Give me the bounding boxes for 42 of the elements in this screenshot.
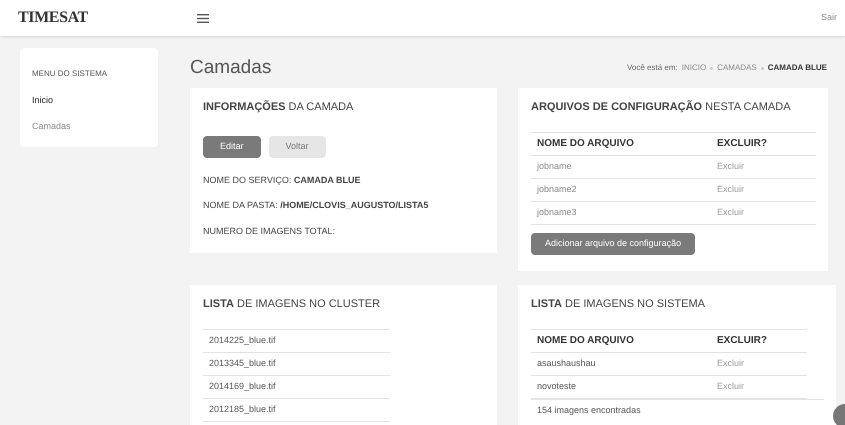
card-title: LISTA DE IMAGENS NO SISTEMA: [531, 297, 706, 312]
separator-icon: [710, 66, 714, 70]
delete-link[interactable]: Excluir: [717, 206, 744, 220]
file-name: asaushaushau: [537, 356, 597, 370]
card-title: INFORMAÇÕES DA CAMADA: [203, 99, 354, 115]
card-title: ARQUIVOS DE CONFIGURAÇÃO NESTA CAMADA: [531, 99, 792, 115]
separator-icon: [760, 66, 764, 70]
breadcrumb-link[interactable]: CAMADA BLUE: [768, 62, 827, 74]
file-name: jobname: [537, 160, 573, 173]
info-field: NOME DO SERVIÇO: CAMADA BLUE: [203, 174, 484, 187]
delete-link[interactable]: Excluir: [717, 356, 744, 370]
sidebar-item[interactable]: Inicio: [32, 94, 146, 108]
file-name: novoteste: [537, 380, 578, 393]
image-file-name: 2014225_blue.tif: [209, 334, 276, 347]
breadcrumb-link[interactable]: CAMADAS: [717, 62, 757, 74]
column-header: NOME DO ARQUIVO: [537, 334, 635, 348]
sidebar-title: MENU DO SISTEMA: [32, 68, 108, 80]
edit-button[interactable]: Editar: [203, 136, 261, 158]
breadcrumb-label: Você está em:: [627, 62, 678, 74]
card-title: LISTA DE IMAGENS NO CLUSTER: [203, 297, 382, 312]
sidebar-item[interactable]: Camadas: [32, 120, 146, 133]
breadcrumb-link[interactable]: INICIO: [682, 62, 706, 74]
menu-icon[interactable]: [197, 14, 209, 22]
delete-link[interactable]: Excluir: [717, 160, 744, 174]
image-file-name: 2014169_blue.tif: [209, 380, 276, 393]
image-count: 154 imagens encontradas: [537, 404, 641, 417]
column-header: EXCLUIR?: [717, 334, 767, 348]
delete-link[interactable]: Excluir: [717, 182, 744, 196]
delete-link[interactable]: Excluir: [717, 380, 744, 394]
file-name: jobname2: [537, 182, 578, 196]
logout-link[interactable]: Sair: [820, 11, 837, 25]
logo: TIMESAT: [18, 8, 88, 28]
page-title: Camadas: [190, 56, 272, 80]
column-header: EXCLUIR?: [717, 137, 767, 151]
info-field: NUMERO DE IMAGENS TOTAL:: [203, 224, 484, 238]
image-file-name: 2012185_blue.tif: [209, 402, 276, 416]
back-button[interactable]: Voltar: [268, 136, 326, 158]
image-file-name: 2013345_blue.tif: [209, 356, 276, 370]
column-header: NOME DO ARQUIVO: [537, 137, 635, 151]
info-field: NOME DA PASTA: /HOME/CLOVIS_AUGUSTO/LISTA5: [203, 199, 484, 212]
add-config-button[interactable]: Adicionar arquivo de configuração: [531, 232, 696, 254]
file-name: jobname3: [537, 206, 578, 219]
